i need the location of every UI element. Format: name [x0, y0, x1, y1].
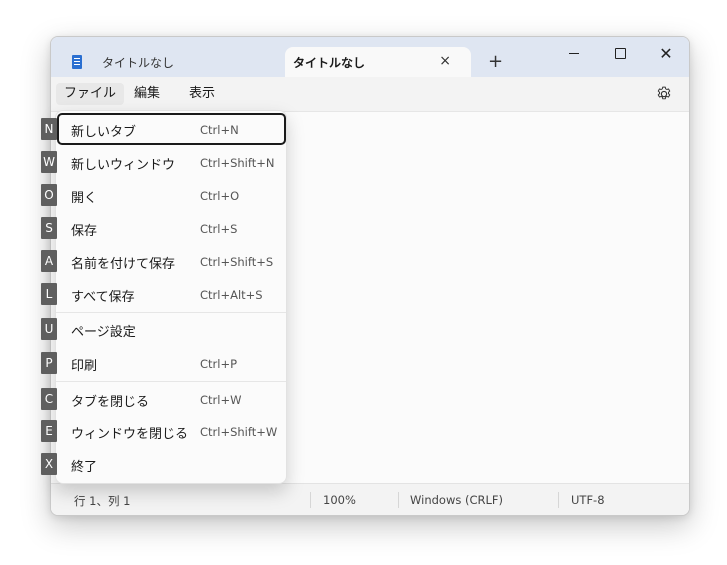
menu-item-shortcut: Ctrl+N	[200, 123, 239, 137]
menu-separator	[56, 381, 286, 382]
notepad-icon	[72, 55, 82, 69]
menu-item-label: ウィンドウを閉じる	[71, 427, 189, 442]
menu-item-page-setup[interactable]: ページ設定	[58, 314, 284, 344]
divider	[558, 492, 559, 508]
gear-icon[interactable]	[655, 85, 673, 103]
menu-item-label: 新しいウィンドウ	[71, 158, 176, 173]
minimize-icon	[569, 52, 579, 54]
access-key-badge: U	[41, 318, 57, 340]
menu-file[interactable]: ファイル	[56, 83, 125, 105]
menu-item-close-window[interactable]: ウィンドウを閉じる Ctrl+Shift+W	[58, 416, 284, 446]
line-ending[interactable]: Windows (CRLF)	[410, 493, 503, 507]
menu-item-print[interactable]: 印刷 Ctrl+P	[58, 348, 284, 378]
menu-item-new-window[interactable]: 新しいウィンドウ Ctrl+Shift+N	[58, 147, 284, 177]
tab-active[interactable]: タイトルなし ×	[285, 47, 471, 77]
menu-item-shortcut: Ctrl+Alt+S	[200, 288, 263, 302]
menu-separator	[56, 312, 286, 313]
menu-item-shortcut: Ctrl+O	[200, 189, 240, 203]
access-key-badge: E	[41, 420, 57, 442]
close-button[interactable]: ✕	[643, 37, 689, 69]
menu-bar: ファイル 編集 表示	[51, 77, 689, 112]
menu-item-new-tab[interactable]: 新しいタブ Ctrl+N	[57, 113, 286, 145]
menu-edit[interactable]: 編集	[126, 83, 168, 105]
menu-view[interactable]: 表示	[181, 83, 223, 105]
menu-item-close-tab[interactable]: タブを閉じる Ctrl+W	[58, 384, 284, 414]
tab-inactive[interactable]: タイトルなし	[67, 47, 283, 77]
encoding[interactable]: UTF-8	[571, 493, 605, 507]
tab-title: タイトルなし	[102, 55, 175, 70]
menu-item-save-all[interactable]: すべて保存 Ctrl+Alt+S	[58, 279, 284, 309]
menu-item-label: 開く	[71, 191, 98, 206]
access-key-badge: S	[41, 217, 57, 239]
maximize-icon	[614, 47, 626, 59]
cursor-position: 行 1、列 1	[74, 494, 131, 508]
file-menu-dropdown: 新しいタブ Ctrl+N 新しいウィンドウ Ctrl+Shift+N 開く Ct…	[55, 110, 287, 484]
menu-item-label: タブを閉じる	[71, 395, 150, 410]
access-key-badge: N	[41, 118, 57, 140]
title-bar: タイトルなし タイトルなし × + ✕	[51, 37, 689, 77]
menu-item-shortcut: Ctrl+Shift+S	[200, 255, 274, 269]
divider	[310, 492, 311, 508]
menu-item-label: 新しいタブ	[71, 125, 137, 140]
close-tab-icon[interactable]: ×	[439, 53, 451, 69]
menu-item-label: すべて保存	[71, 290, 135, 305]
access-key-badge: W	[41, 151, 57, 173]
menu-item-shortcut: Ctrl+P	[200, 357, 238, 371]
menu-item-label: 名前を付けて保存	[71, 257, 176, 272]
menu-item-label: 印刷	[71, 359, 98, 374]
menu-item-save[interactable]: 保存 Ctrl+S	[58, 213, 284, 243]
status-bar: 行 1、列 1 100% Windows (CRLF) UTF-8	[51, 483, 689, 515]
menu-item-label: 保存	[71, 224, 98, 239]
new-tab-button[interactable]: +	[488, 51, 503, 72]
access-key-badge: O	[41, 184, 57, 206]
menu-item-shortcut: Ctrl+S	[200, 222, 238, 236]
access-key-badge: X	[41, 453, 57, 475]
menu-item-label: 終了	[71, 460, 98, 475]
access-key-badge: A	[41, 250, 57, 272]
minimize-button[interactable]	[551, 37, 597, 69]
access-key-badge: P	[41, 352, 57, 374]
access-key-badge: L	[41, 283, 57, 305]
menu-item-label: ページ設定	[71, 325, 136, 340]
access-key-badge: C	[41, 388, 57, 410]
divider	[398, 492, 399, 508]
maximize-button[interactable]	[597, 37, 643, 69]
menu-item-shortcut: Ctrl+Shift+W	[200, 425, 278, 439]
zoom-level[interactable]: 100%	[323, 493, 356, 507]
tab-title: タイトルなし	[293, 55, 366, 70]
menu-item-open[interactable]: 開く Ctrl+O	[58, 180, 284, 210]
menu-item-exit[interactable]: 終了	[58, 449, 284, 479]
menu-item-save-as[interactable]: 名前を付けて保存 Ctrl+Shift+S	[58, 246, 284, 276]
menu-item-shortcut: Ctrl+Shift+N	[200, 156, 275, 170]
menu-item-shortcut: Ctrl+W	[200, 393, 242, 407]
